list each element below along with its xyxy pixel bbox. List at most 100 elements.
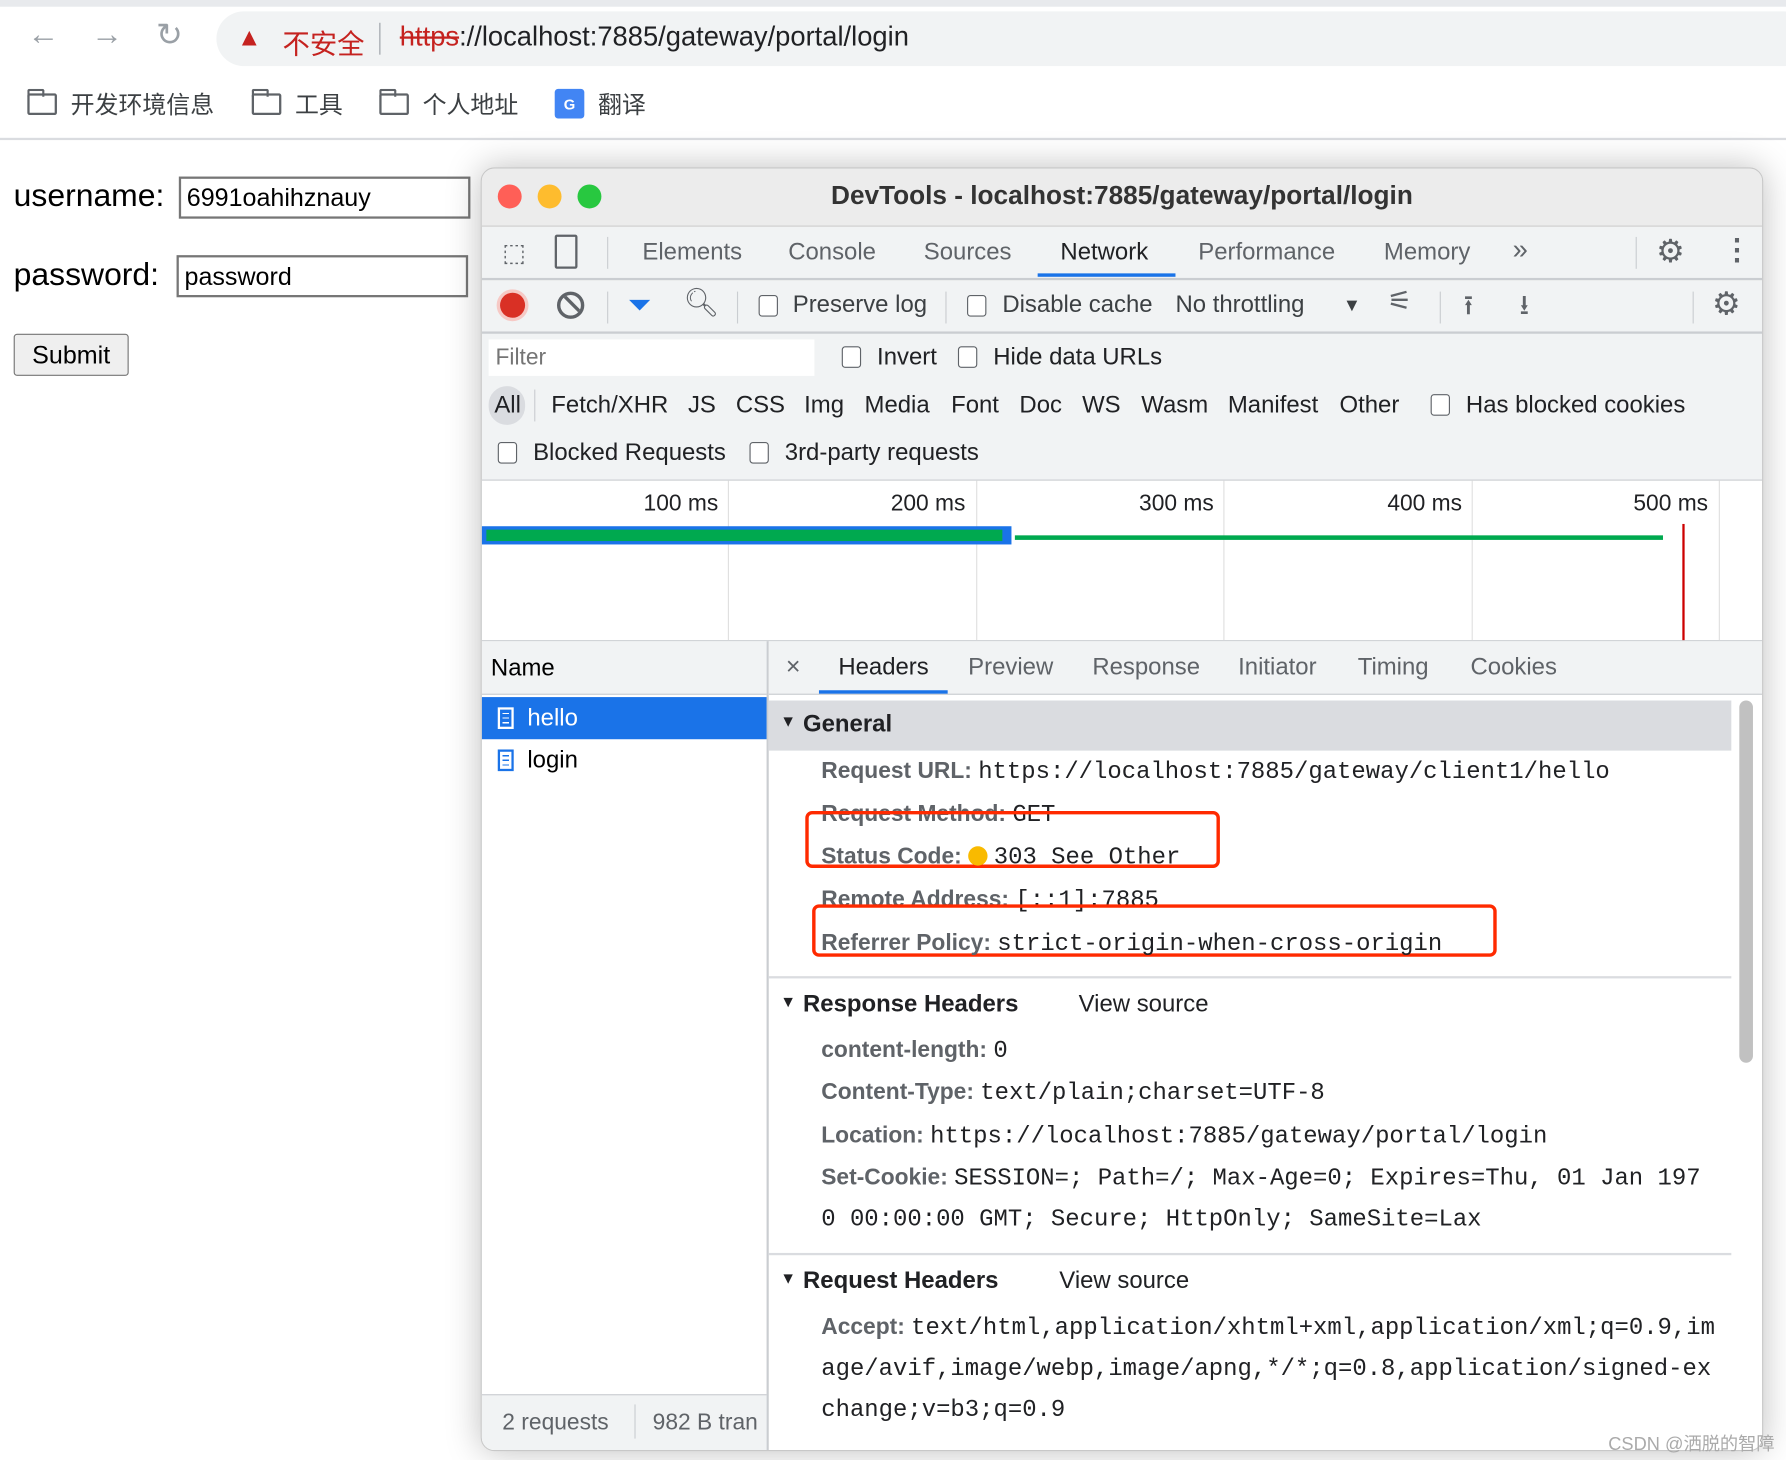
type-wasm[interactable]: Wasm [1141,392,1208,419]
chevron-down-icon[interactable]: ▼ [1343,296,1361,317]
triangle-down-icon: ▼ [780,711,797,731]
forward-icon[interactable]: → [91,16,123,52]
tab-console[interactable]: Console [788,239,876,266]
type-all[interactable]: All [494,392,521,419]
disable-cache-checkbox[interactable] [967,295,987,317]
search-icon[interactable]: 🔍︎ [683,287,719,320]
scrollbar[interactable] [1739,700,1753,1063]
tab-headers[interactable]: Headers [838,654,928,681]
folder-icon [27,88,57,115]
divider [607,291,609,324]
general-section-header[interactable]: ▼ General [768,700,1732,751]
tab-cookies[interactable]: Cookies [1470,654,1556,681]
submit-button[interactable]: Submit [13,333,129,376]
export-har-icon[interactable]: ⭳ [1519,286,1529,333]
status-bar: 2 requests 982 B tran [481,1394,767,1450]
blocked-requests-label: Blocked Requests [533,439,726,466]
header-row-continued: 0 00:00:00 GMT; Secure; HttpOnly; SameSi… [821,1207,1482,1234]
header-row: Accept: text/html,application/xhtml+xml,… [821,1314,1715,1342]
type-other[interactable]: Other [1339,392,1399,419]
bookmark-0[interactable]: 开发环境信息 [27,87,214,121]
filter-icon[interactable]: ⏷ [628,287,652,323]
tab-response[interactable]: Response [1092,654,1200,681]
header-row: Set-Cookie: SESSION=; Path=/; Max-Age=0;… [821,1165,1701,1193]
request-row-login[interactable]: login [482,739,767,781]
request-headers-section-header[interactable]: ▼ Request Headers View source [769,1255,1731,1305]
tab-sources[interactable]: Sources [924,239,1012,266]
password-input[interactable] [176,255,469,298]
invert-checkbox[interactable] [841,346,862,368]
bookmark-label: 工具 [295,92,343,119]
divider [379,22,381,55]
header-row-continued: age/avif,image/webp,image/apng,*/*;q=0.8… [821,1356,1712,1383]
reload-icon[interactable]: ↻ [156,16,183,54]
view-source-link[interactable]: View source [1079,991,1209,1018]
tab-performance[interactable]: Performance [1198,239,1335,266]
has-blocked-cookies-checkbox[interactable] [1430,394,1450,416]
tab-memory[interactable]: Memory [1384,239,1470,266]
import-har-icon[interactable]: ⭱ [1464,286,1474,333]
bookmark-2[interactable]: 个人地址 [379,87,518,121]
tab-preview[interactable]: Preview [968,654,1053,681]
has-blocked-cookies-label: Has blocked cookies [1465,391,1686,419]
inspect-element-icon[interactable]: ⬚ [502,238,526,268]
settings-gear-icon[interactable]: ⚙ [1656,232,1685,270]
close-detail-icon[interactable]: × [786,652,801,682]
back-icon[interactable]: ← [27,16,59,52]
type-fetch-xhr[interactable]: Fetch/XHR [551,392,668,419]
username-input[interactable] [178,176,471,219]
more-tabs-icon[interactable]: » [1513,235,1528,267]
bookmark-1[interactable]: 工具 [251,87,343,121]
type-doc[interactable]: Doc [1019,392,1062,419]
transfer-size: 982 B tran [652,1410,758,1436]
blocked-requests-checkbox[interactable] [497,441,518,464]
network-settings-icon[interactable]: ⚙ [1712,285,1741,323]
type-css[interactable]: CSS [736,392,785,419]
folder-icon [379,88,409,115]
header-row: Content-Type: text/plain;charset=UTF-8 [821,1079,1325,1108]
tick-label: 300 ms [1139,490,1214,516]
tab-timing[interactable]: Timing [1358,654,1429,681]
throttling-select[interactable]: No throttling [1175,292,1304,319]
disable-cache-label: Disable cache [1002,291,1153,318]
load-event-line [1682,523,1685,641]
section-title: Response Headers [803,990,1019,1018]
type-ws[interactable]: WS [1082,392,1121,419]
type-font[interactable]: Font [951,392,999,419]
request-row-hello[interactable]: hello [481,697,767,740]
response-headers-section-header[interactable]: ▼ Response Headers View source [769,978,1731,1028]
devtools-title: DevTools - localhost:7885/gateway/portal… [831,179,1413,210]
hide-data-urls-checkbox[interactable] [957,346,978,368]
type-media[interactable]: Media [865,392,930,419]
name-header-label: Name [490,654,555,682]
preserve-log-checkbox[interactable] [758,295,778,317]
filter-input[interactable] [488,339,815,376]
bookmark-3[interactable]: G 翻译 [554,87,646,121]
clear-icon[interactable] [556,291,585,319]
device-toolbar-icon[interactable] [554,234,578,269]
type-manifest[interactable]: Manifest [1228,392,1318,419]
divider [607,236,609,269]
active-tab-indicator [818,690,948,694]
request-detail-panel: × Headers Preview Response Initiator Tim… [768,641,1763,1450]
third-party-checkbox[interactable] [749,441,769,464]
selected-request-bar [481,526,1012,545]
tab-network[interactable]: Network [1060,239,1148,266]
view-source-link[interactable]: View source [1059,1268,1189,1295]
tab-elements[interactable]: Elements [642,239,742,266]
tab-initiator[interactable]: Initiator [1238,654,1316,681]
network-conditions-icon[interactable]: ⚟ [1387,285,1412,318]
password-label: password: [13,256,160,292]
divider [1692,291,1694,324]
grid-line [1718,480,1720,641]
network-overview-timeline[interactable]: 100 ms 200 ms 300 ms 400 ms 500 ms [481,479,1763,643]
bookmark-label: 个人地址 [422,92,519,119]
folder-icon [251,88,282,115]
grid-line [976,480,978,641]
record-icon[interactable] [500,292,526,318]
name-column-header[interactable]: Name [481,641,767,695]
type-img[interactable]: Img [804,392,844,419]
more-options-icon[interactable]: ⋮ [1722,232,1752,267]
address-bar[interactable]: ▲ 不安全 https://localhost:7885/gateway/por… [216,11,1786,67]
type-js[interactable]: JS [688,392,716,419]
